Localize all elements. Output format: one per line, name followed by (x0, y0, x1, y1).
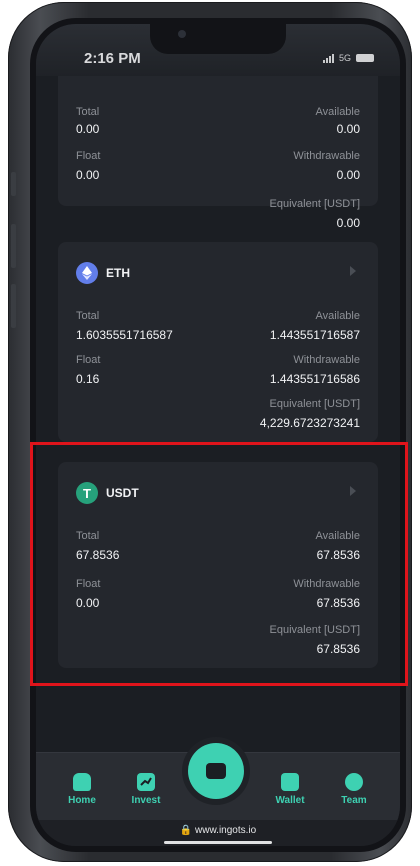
asset-card-usdt[interactable]: T USDT Total Available 67.8536 67.8536 F… (58, 462, 378, 668)
withdrawable-value: 1.443551716586 (269, 372, 360, 386)
home-indicator[interactable] (164, 841, 272, 844)
available-value: 0.00 (336, 122, 360, 136)
float-value: 0.00 (76, 596, 100, 610)
float-label-row: Float Withdrawable (76, 578, 360, 590)
available-label: Available (315, 106, 360, 118)
tether-icon: T (76, 482, 98, 504)
available-value: 1.443551716587 (269, 328, 360, 342)
wallet-icon (281, 773, 299, 791)
home-icon (73, 773, 91, 791)
battery-icon (356, 54, 374, 62)
float-value: 0.00 (76, 168, 100, 182)
ethereum-icon (76, 262, 98, 284)
float-value-row: 0.00 0.00 (76, 168, 360, 182)
exchange-button[interactable] (188, 743, 244, 799)
withdrawable-label: Withdrawable (293, 150, 360, 162)
phone-bezel: 2:16 PM 5G Total Available 0.00 0.00 Flo… (30, 18, 406, 852)
total-label: Total (76, 530, 100, 542)
team-icon (345, 773, 363, 791)
url-value: www.ingots.io (195, 825, 257, 836)
mute-switch (11, 172, 16, 196)
bottom-nav: Home Invest Wallet Team (36, 743, 400, 821)
total-value: 0.00 (76, 122, 100, 136)
coin-name: ETH (106, 266, 130, 280)
total-label-row: Total Available (76, 106, 360, 118)
chevron-right-icon[interactable] (350, 266, 356, 276)
volume-up-button (11, 224, 16, 268)
volume-down-button (11, 284, 16, 328)
float-label-row: Float Withdrawable (76, 150, 360, 162)
float-label: Float (76, 578, 101, 590)
float-value-row: 0.16 1.443551716586 (76, 372, 360, 386)
screen: 2:16 PM 5G Total Available 0.00 0.00 Flo… (36, 24, 400, 846)
nav-home-label: Home (68, 795, 96, 806)
status-icons: 5G (322, 53, 374, 63)
nav-wallet[interactable]: Wallet (262, 773, 318, 806)
withdrawable-label: Withdrawable (293, 578, 360, 590)
total-value: 67.8536 (76, 548, 120, 562)
float-label-row: Float Withdrawable (76, 354, 360, 366)
withdrawable-label: Withdrawable (293, 354, 360, 366)
equivalent-label: Equivalent [USDT] (269, 198, 360, 210)
total-label: Total (76, 106, 100, 118)
total-value-row: 1.6035551716587 1.443551716587 (76, 328, 360, 342)
notch (150, 24, 286, 54)
status-time: 2:16 PM (84, 50, 141, 67)
phone-frame: 2:16 PM 5G Total Available 0.00 0.00 Flo… (8, 2, 412, 862)
nav-invest-label: Invest (131, 795, 161, 806)
float-label: Float (76, 354, 101, 366)
equivalent-label: Equivalent [USDT] (269, 398, 360, 410)
url-bar[interactable]: 🔒 www.ingots.io (36, 820, 400, 846)
equivalent-value: 0.00 (336, 216, 360, 230)
url-text: 🔒 www.ingots.io (179, 825, 257, 836)
camera (178, 30, 186, 38)
equivalent-value: 67.8536 (316, 642, 360, 656)
total-label-row: Total Available (76, 530, 360, 542)
coin-header: T USDT (76, 482, 139, 504)
coin-header: ETH (76, 262, 130, 284)
nav-wallet-label: Wallet (275, 795, 305, 806)
nav-team-label: Team (341, 795, 367, 806)
nav-team[interactable]: Team (326, 773, 382, 806)
float-value: 0.16 (76, 372, 100, 386)
network-type: 5G (338, 53, 351, 63)
total-value: 1.6035551716587 (76, 328, 173, 342)
chevron-right-icon[interactable] (350, 486, 356, 496)
available-label: Available (315, 310, 360, 322)
signal-icon (322, 53, 334, 63)
exchange-icon (206, 763, 226, 779)
nav-home[interactable]: Home (54, 773, 110, 806)
float-value-row: 0.00 67.8536 (76, 596, 360, 610)
float-label: Float (76, 150, 101, 162)
equivalent-label: Equivalent [USDT] (269, 624, 360, 636)
available-value: 67.8536 (316, 548, 360, 562)
available-label: Available (315, 530, 360, 542)
withdrawable-value: 0.00 (336, 168, 360, 182)
chart-icon (137, 773, 155, 791)
coin-name: USDT (106, 486, 139, 500)
equivalent-value: 4,229.6723273241 (259, 416, 360, 430)
total-value-row: 67.8536 67.8536 (76, 548, 360, 562)
withdrawable-value: 67.8536 (316, 596, 360, 610)
total-value-row: 0.00 0.00 (76, 122, 360, 136)
nav-invest[interactable]: Invest (118, 773, 174, 806)
total-label: Total (76, 310, 100, 322)
asset-card-eth[interactable]: ETH Total Available 1.6035551716587 1.44… (58, 242, 378, 442)
total-label-row: Total Available (76, 310, 360, 322)
